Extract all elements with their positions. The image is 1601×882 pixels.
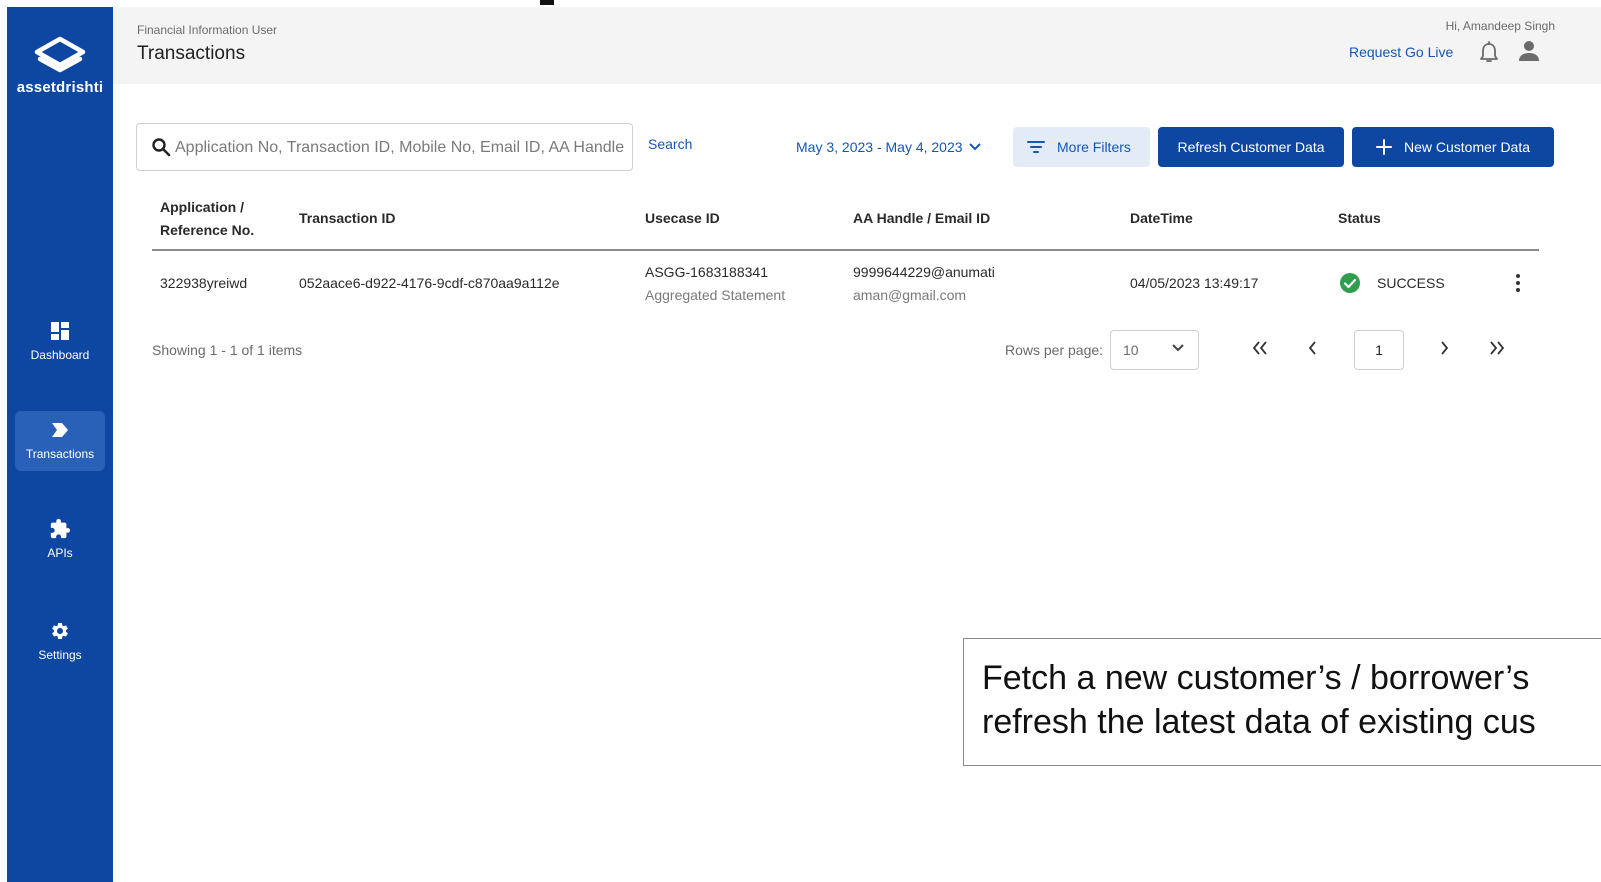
status-text: SUCCESS [1377, 275, 1445, 291]
filter-icon [1027, 141, 1045, 153]
cell-email: aman@gmail.com [853, 287, 967, 303]
rows-per-page-value: 10 [1123, 342, 1139, 358]
user-role: Financial Information User [137, 23, 278, 37]
column-header-datetime: DateTime [1130, 210, 1193, 226]
sidebar-item-label: APIs [47, 546, 73, 560]
rows-per-page-label: Rows per page: [1005, 342, 1104, 358]
new-customer-data-label: New Customer Data [1403, 139, 1531, 155]
date-range-picker[interactable]: May 3, 2023 - May 4, 2023 [796, 139, 981, 155]
cell-usecase-id: ASGG-1683188341 [645, 264, 768, 280]
next-page-icon[interactable] [1432, 336, 1456, 360]
cell-transaction-id: 052aace6-d922-4176-9cdf-c870aa9a112e [299, 275, 560, 291]
last-page-icon[interactable] [1485, 336, 1509, 360]
brand-logo[interactable]: assetdrishti [7, 35, 113, 96]
row-actions-menu-icon[interactable] [1511, 272, 1525, 299]
request-go-live-link[interactable]: Request Go Live [1349, 44, 1453, 60]
column-header-status: Status [1338, 210, 1381, 226]
page-header: Financial Information User Transactions … [113, 7, 1601, 84]
sidebar-item-label: Transactions [25, 447, 95, 461]
notification-bell-icon[interactable] [1478, 41, 1500, 70]
plus-icon [1375, 139, 1392, 155]
page-title: Transactions [137, 43, 246, 64]
first-page-icon[interactable] [1248, 336, 1272, 360]
top-strip [0, 0, 1601, 7]
sidebar: assetdrishti Dashboard Transactions APIs [7, 7, 113, 882]
pagination-summary: Showing 1 - 1 of 1 items [152, 342, 303, 358]
column-header-line: Reference No. [160, 222, 255, 238]
user-profile-icon[interactable] [1518, 40, 1540, 67]
table-header-divider [152, 249, 1539, 251]
sidebar-item-dashboard[interactable]: Dashboard [15, 312, 105, 372]
callout-line-2: refresh the latest data of existing cus [982, 703, 1536, 741]
gear-icon [52, 623, 68, 639]
puzzle-icon [50, 518, 71, 539]
column-header-transaction-id: Transaction ID [299, 210, 396, 226]
sidebar-item-apis[interactable]: APIs [15, 510, 105, 570]
current-page-input[interactable]: 1 [1354, 330, 1404, 370]
callout-line-1: Fetch a new customer’s / borrower’s [982, 659, 1530, 697]
sidebar-item-label: Dashboard [30, 348, 90, 362]
user-greeting: Hi, Amandeep Singh [1445, 19, 1555, 33]
search-icon [151, 137, 171, 162]
brand-name: assetdrishti [16, 79, 104, 96]
sidebar-item-transactions[interactable]: Transactions [15, 411, 105, 471]
sidebar-item-settings[interactable]: Settings [15, 612, 105, 672]
search-input[interactable] [175, 134, 625, 162]
annotation-callout: Fetch a new customer’s / borrower’s refr… [963, 638, 1601, 766]
column-header-aa-handle: AA Handle / Email ID [853, 210, 991, 226]
cell-application-no: 322938yreiwd [160, 275, 248, 291]
more-filters-button[interactable]: More Filters [1013, 127, 1150, 167]
cropped-text-fragment [540, 0, 554, 5]
success-check-icon [1340, 273, 1360, 293]
chevron-down-icon [968, 143, 981, 151]
search-box [136, 123, 633, 171]
cell-usecase-name: Aggregated Statement [645, 287, 786, 303]
logo-icon [34, 36, 86, 73]
refresh-customer-data-button[interactable]: Refresh Customer Data [1158, 127, 1344, 167]
cell-datetime: 04/05/2023 13:49:17 [1130, 275, 1259, 291]
more-filters-label: More Filters [1057, 139, 1131, 155]
column-header-usecase-id: Usecase ID [645, 210, 720, 226]
sidebar-item-label: Settings [38, 648, 82, 662]
column-header-application: Application / Reference No. [160, 196, 254, 242]
status-badge: SUCCESS [1339, 272, 1445, 294]
chevron-down-icon [1172, 344, 1184, 352]
date-range-label: May 3, 2023 - May 4, 2023 [796, 139, 963, 155]
search-button[interactable]: Search [648, 136, 692, 152]
rows-per-page-select[interactable]: 10 [1110, 330, 1199, 370]
cell-aa-handle: 9999644229@anumati [853, 264, 995, 280]
prev-page-icon[interactable] [1301, 336, 1325, 360]
new-customer-data-button[interactable]: New Customer Data [1352, 127, 1554, 167]
transactions-icon [52, 423, 68, 437]
dashboard-icon [51, 322, 69, 340]
column-header-line: Application / [160, 199, 244, 215]
refresh-customer-data-label: Refresh Customer Data [1177, 139, 1325, 155]
